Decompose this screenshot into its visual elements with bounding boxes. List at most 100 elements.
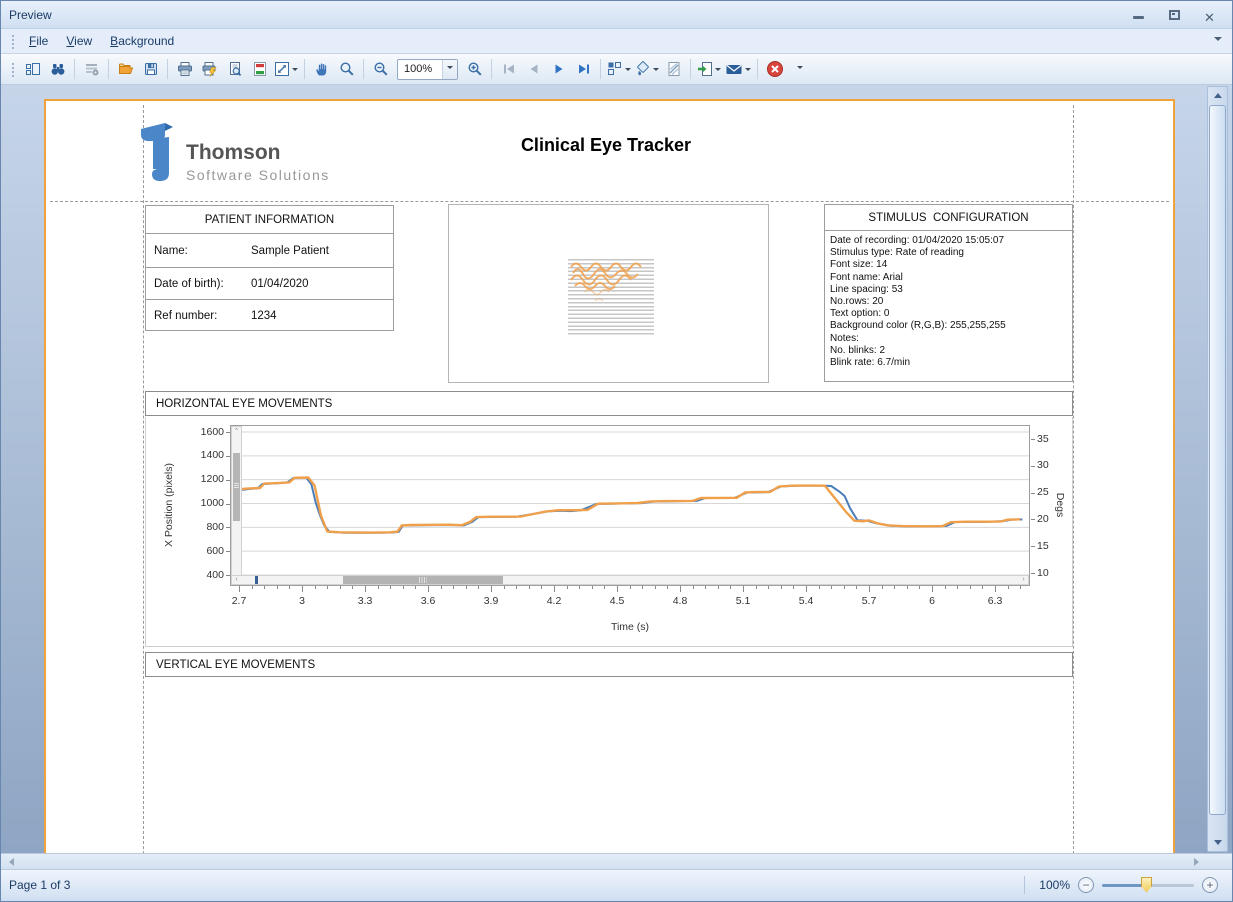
plot-border bbox=[231, 426, 1030, 586]
toolbar-overflow-button[interactable] bbox=[787, 57, 812, 82]
zoom-in-button[interactable] bbox=[462, 57, 487, 82]
watermark-button[interactable] bbox=[661, 57, 686, 82]
page-indicator: Page 1 of 3 bbox=[1, 878, 70, 892]
chart-hscroll-thumb[interactable] bbox=[343, 576, 503, 584]
arrow-right-icon bbox=[1194, 858, 1203, 866]
scale-button[interactable] bbox=[272, 57, 300, 82]
toolbar: 100% bbox=[1, 54, 1232, 85]
vscroll-up-button[interactable] bbox=[1208, 87, 1227, 103]
x-tick-major bbox=[680, 586, 681, 592]
menu-view[interactable]: View bbox=[57, 31, 101, 51]
x-tick-label: 5.7 bbox=[853, 595, 885, 607]
zoom-combo[interactable]: 100% bbox=[397, 59, 458, 80]
first-page-button[interactable] bbox=[496, 57, 521, 82]
zoom-slider-track[interactable] bbox=[1150, 884, 1194, 887]
search-button[interactable] bbox=[45, 57, 70, 82]
search-binoculars-icon bbox=[50, 61, 66, 77]
chevron-down-icon bbox=[447, 66, 453, 72]
page-color-button[interactable] bbox=[633, 57, 661, 82]
menu-grip[interactable] bbox=[10, 33, 15, 49]
document-vertical-scrollbar[interactable] bbox=[1207, 86, 1228, 852]
x-tick-label: 4.5 bbox=[601, 595, 633, 607]
x-tick-minor bbox=[655, 586, 656, 589]
brand-name: Thomson bbox=[186, 141, 281, 165]
zoom-decrease-button[interactable]: − bbox=[1078, 877, 1094, 893]
stimulus-thumbnail bbox=[565, 257, 657, 339]
quick-print-button[interactable] bbox=[197, 57, 222, 82]
scroll-left-icon[interactable]: ‹ bbox=[232, 576, 241, 584]
previous-page-button[interactable] bbox=[521, 57, 546, 82]
hand-tool-button[interactable] bbox=[309, 57, 334, 82]
x-tick-minor bbox=[894, 586, 895, 589]
x-tick-major bbox=[743, 586, 744, 592]
save-floppy-icon bbox=[143, 61, 159, 77]
zoom-slider-thumb[interactable] bbox=[1141, 877, 1152, 893]
x-tick-minor bbox=[730, 586, 731, 589]
y-tick-label-left: 400 bbox=[176, 569, 224, 581]
x-tick-major bbox=[491, 586, 492, 592]
scroll-up-icon[interactable]: ⌃ bbox=[232, 427, 241, 436]
page-setup-button[interactable] bbox=[222, 57, 247, 82]
section-header-horizontal: HORIZONTAL EYE MOVEMENTS bbox=[145, 391, 1073, 416]
x-tick-label: 3.6 bbox=[412, 595, 444, 607]
menu-overflow-icon[interactable] bbox=[1214, 37, 1222, 45]
y-tick-label-left: 800 bbox=[176, 521, 224, 533]
zoom-combo-dropdown[interactable] bbox=[442, 60, 457, 79]
restore-icon bbox=[1169, 10, 1180, 20]
vscroll-thumb[interactable] bbox=[1209, 105, 1226, 815]
export-document-button[interactable] bbox=[695, 57, 723, 82]
close-preview-icon bbox=[766, 60, 784, 78]
x-tick-minor bbox=[705, 586, 706, 589]
customize-button[interactable] bbox=[79, 57, 104, 82]
menu-file[interactable]: File bbox=[20, 31, 57, 51]
close-button[interactable]: ✕ bbox=[1204, 9, 1218, 21]
y-tick-label-right: 30 bbox=[1037, 459, 1061, 471]
status-separator bbox=[1024, 876, 1025, 894]
chart-vertical-scrollbar[interactable]: ⌃ ⌄ bbox=[231, 426, 242, 585]
open-button[interactable] bbox=[113, 57, 138, 82]
x-tick-minor bbox=[529, 586, 530, 589]
send-email-button[interactable] bbox=[723, 57, 753, 82]
zoom-slider-track-filled[interactable] bbox=[1102, 884, 1146, 887]
config-line: Text option: 0 bbox=[830, 308, 1067, 320]
window-title: Preview bbox=[9, 8, 52, 22]
hscroll-left-button[interactable] bbox=[3, 855, 19, 869]
multiple-pages-button[interactable] bbox=[605, 57, 633, 82]
zoom-slider[interactable] bbox=[1102, 877, 1194, 893]
document-map-button[interactable] bbox=[20, 57, 45, 82]
chart-horizontal-scrollbar[interactable]: ‹ › bbox=[231, 575, 1029, 585]
minimize-icon bbox=[1133, 16, 1144, 19]
close-preview-button[interactable] bbox=[762, 57, 787, 82]
y-tick-mark-right bbox=[1031, 493, 1035, 494]
magnifier-icon bbox=[339, 61, 355, 77]
menu-background[interactable]: Background bbox=[101, 31, 183, 51]
chart-vscroll-thumb[interactable] bbox=[233, 453, 240, 521]
arrow-left-icon bbox=[5, 858, 14, 866]
y-tick-mark-left bbox=[226, 432, 230, 433]
zoom-increase-button[interactable]: + bbox=[1202, 877, 1218, 893]
first-page-icon bbox=[501, 61, 517, 77]
x-tick-major bbox=[617, 586, 618, 592]
toolbar-grip[interactable] bbox=[10, 61, 15, 77]
header-footer-button[interactable] bbox=[247, 57, 272, 82]
title-bar: Preview ✕ bbox=[1, 1, 1232, 29]
zoom-combo-value[interactable]: 100% bbox=[398, 63, 442, 75]
x-tick-minor bbox=[667, 586, 668, 589]
zoom-out-button[interactable] bbox=[368, 57, 393, 82]
next-page-button[interactable] bbox=[546, 57, 571, 82]
scroll-right-icon[interactable]: › bbox=[1019, 576, 1028, 584]
magnifier-button[interactable] bbox=[334, 57, 359, 82]
vscroll-down-button[interactable] bbox=[1208, 835, 1227, 851]
report-title: Clinical Eye Tracker bbox=[426, 135, 786, 156]
quick-print-icon bbox=[202, 61, 218, 77]
restore-button[interactable] bbox=[1168, 9, 1182, 21]
print-button[interactable] bbox=[172, 57, 197, 82]
document-horizontal-scrollbar[interactable] bbox=[1, 853, 1232, 869]
save-button[interactable] bbox=[138, 57, 163, 82]
last-page-button[interactable] bbox=[571, 57, 596, 82]
hscroll-right-button[interactable] bbox=[1189, 855, 1205, 869]
x-tick-minor bbox=[604, 586, 605, 589]
minimize-button[interactable] bbox=[1132, 9, 1146, 21]
x-tick-minor bbox=[718, 586, 719, 589]
x-tick-major bbox=[239, 586, 240, 592]
